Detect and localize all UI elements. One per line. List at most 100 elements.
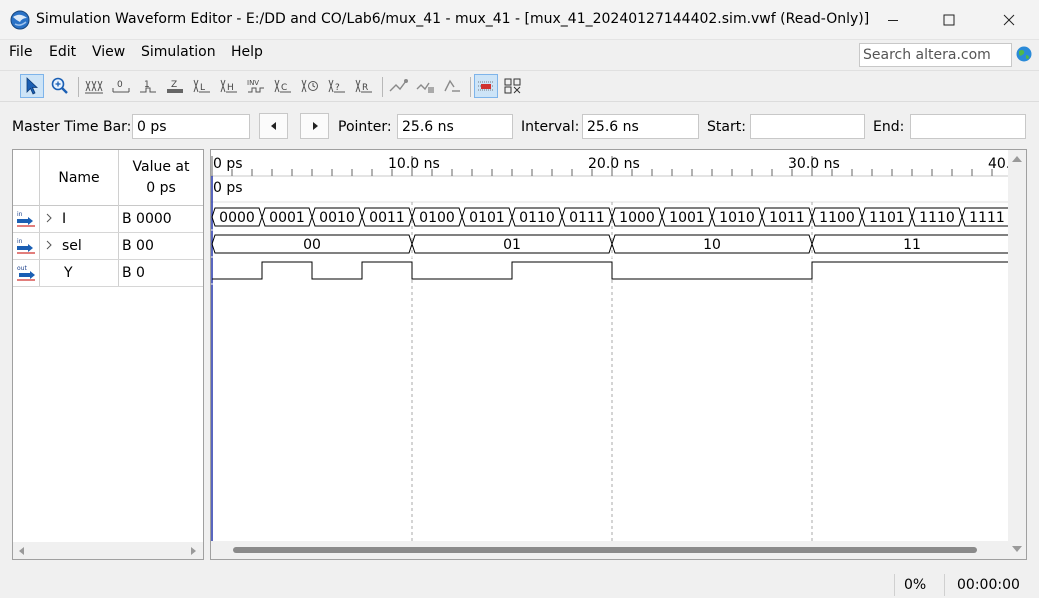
menu-simulation[interactable]: Simulation [141,44,216,60]
bus-I-value: 0001 [269,210,305,226]
input-pin-icon: in [17,211,35,227]
forcing-unknown-button[interactable] [82,74,106,98]
chevron-right-icon[interactable] [44,211,54,225]
snap-to-grid-icon [478,81,494,91]
start-label: Start: [707,119,746,135]
node-name-Y: Y [64,265,73,281]
weak-high-icon: H [220,79,237,93]
signal-Y-trace [212,261,1008,280]
new-tool-button[interactable] [386,74,410,98]
forcing-high-icon: 1 [140,80,156,93]
menu-edit[interactable]: Edit [49,44,76,60]
pointer-field[interactable]: 25.6 ns [397,114,513,139]
master-time-bar-field[interactable]: 0 ps [132,114,250,139]
scroll-down-icon[interactable] [1011,544,1023,554]
menu-view[interactable]: View [92,44,125,60]
dont-care-button[interactable]: ? [325,74,349,98]
toolbar-separator [470,77,471,97]
start-field[interactable] [750,114,865,139]
next-transition-button[interactable] [300,113,329,139]
triangle-right-icon [312,122,318,130]
scroll-right-icon[interactable] [188,546,198,556]
maximize-button[interactable] [920,0,978,40]
search-input[interactable]: Search altera.com [859,43,1012,67]
bus-I-value: 0110 [519,210,555,226]
random-value-button[interactable]: R [352,74,376,98]
scroll-up-icon[interactable] [1011,154,1023,164]
bus-I-value: 0000 [219,210,255,226]
bus-I-value: 1001 [669,210,705,226]
scroll-left-icon[interactable] [17,546,27,556]
count-value-button[interactable]: C [271,74,295,98]
bus-I-value: 1111 [969,210,1005,226]
forcing-low-icon: 0 [112,80,130,93]
node-value-I: B 0000 [122,211,172,227]
horizontal-scroll-thumb[interactable] [233,547,977,553]
bus-I-value: 0111 [569,210,605,226]
svg-text:in: in [17,238,23,245]
forcing-unknown-icon [85,80,103,94]
high-impedance-icon: Z [167,80,183,93]
title-bar: Simulation Waveform Editor - E:/DD and C… [0,0,1039,40]
forcing-high-button[interactable]: 1 [136,74,160,98]
svg-text:Z: Z [171,80,177,90]
grid-button[interactable] [501,74,525,98]
bus-sel-value: 11 [903,237,921,253]
bus-I-value: 0010 [319,210,355,226]
group-button[interactable] [440,74,464,98]
selection-tool-icon [26,77,39,95]
status-separator [944,574,945,596]
previous-transition-button[interactable] [259,113,288,139]
node-list-panel: Name Value at 0 ps in I B 0000 in sel B … [12,149,204,560]
name-column-header[interactable]: Name [39,150,118,206]
bus-I-value: 1101 [869,210,905,226]
time-label: 10.0 ns [388,156,440,172]
zoom-tool-button[interactable] [48,74,72,98]
menu-help[interactable]: Help [231,44,263,60]
node-value-cell: B 00 [118,233,203,259]
snap-to-grid-button[interactable] [474,74,498,98]
toolbar: 0 1 Z L H INV C ? R [0,70,1039,102]
node-row-sel[interactable]: in sel B 00 [13,233,203,260]
node-list-header: Name Value at 0 ps [13,150,203,206]
node-row-Y[interactable]: out Y B 0 [13,260,203,287]
globe-icon[interactable] [1016,46,1032,62]
high-impedance-button[interactable]: Z [163,74,187,98]
node-list-horizontal-scrollbar[interactable] [13,542,203,559]
elapsed-time-text: 00:00:00 [957,577,1020,593]
minimize-button[interactable] [864,0,922,40]
bus-sel-value: 10 [703,237,721,253]
waveform-horizontal-scrollbar[interactable] [211,541,1008,559]
bus-I-value: 0100 [419,210,455,226]
weak-high-button[interactable]: H [217,74,241,98]
node-value-Y: B 0 [122,265,145,281]
invert-button[interactable]: INV [244,74,268,98]
close-button[interactable] [980,0,1038,40]
chevron-right-icon[interactable] [44,238,54,252]
end-field[interactable] [910,114,1026,139]
node-value-cell: B 0 [118,260,203,286]
value-column-header[interactable]: Value at 0 ps [118,150,203,206]
selection-tool-button[interactable] [20,74,44,98]
status-separator [894,574,895,596]
waveform-compare-button[interactable] [413,74,437,98]
maximize-icon [943,14,955,26]
interval-field[interactable]: 25.6 ns [582,114,699,139]
menu-file[interactable]: File [9,44,32,60]
waveform-canvas[interactable]: 0 ps10.0 ns20.0 ns30.0 ns40.0 ns0 ps0000… [211,150,1008,541]
waveform-panel[interactable]: 0 ps10.0 ns20.0 ns30.0 ns40.0 ns0 ps0000… [210,149,1027,560]
forcing-low-button[interactable]: 0 [109,74,133,98]
waveform-compare-icon [416,82,434,93]
clock-icon [301,79,318,93]
node-value-sel: B 00 [122,238,154,254]
clock-button[interactable] [298,74,322,98]
status-bar: 0% 00:00:00 [0,570,1039,598]
waveform-vertical-scrollbar[interactable] [1008,150,1026,559]
bus-I-value: 0101 [469,210,505,226]
time-label: 20.0 ns [588,156,640,172]
weak-low-button[interactable]: L [190,74,214,98]
grid-icon [504,78,521,94]
dont-care-icon: ? [328,79,345,93]
node-row-I[interactable]: in I B 0000 [13,206,203,233]
node-name-cell: sel [39,233,118,259]
